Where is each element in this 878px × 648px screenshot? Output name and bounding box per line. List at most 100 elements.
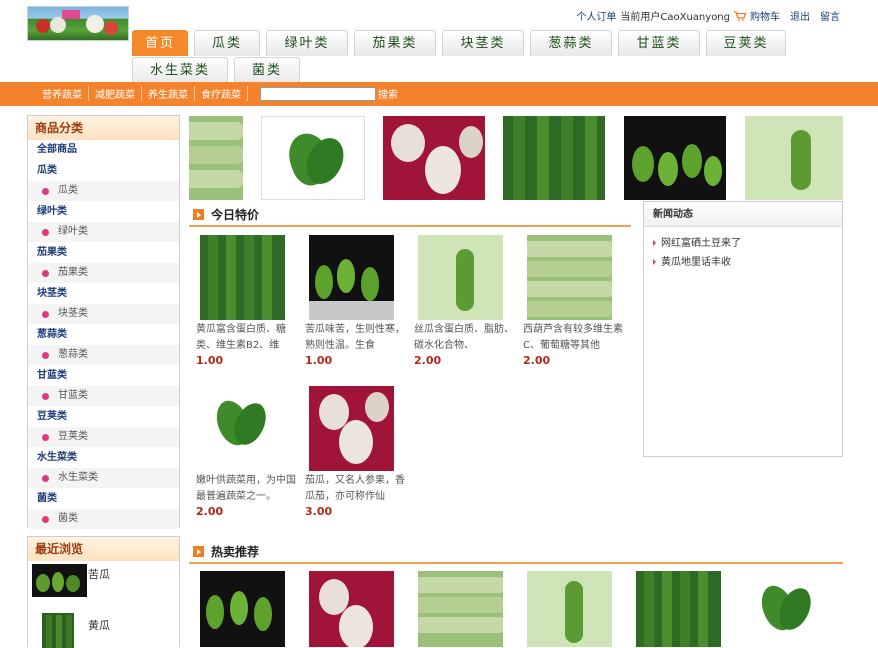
logout-link[interactable]: 退出 — [790, 8, 810, 23]
product-card[interactable]: 苦瓜味苦，生则性寒，熟则性温。生食 1.00 — [305, 235, 405, 367]
strip-image-pepino[interactable] — [383, 116, 485, 200]
sidebar-category[interactable]: 绿叶类 — [28, 201, 179, 222]
product-image[interactable] — [309, 235, 394, 320]
cart-icon[interactable] — [734, 10, 746, 21]
tab-home[interactable]: 首页 — [132, 30, 188, 56]
sidebar-category[interactable]: 甘蓝类 — [28, 365, 179, 386]
my-orders-link[interactable]: 个人订单 — [576, 8, 616, 23]
message-link[interactable]: 留言 — [820, 8, 840, 23]
strip-image-loofah[interactable] — [745, 116, 843, 200]
hot-product-image-bok-choy[interactable] — [745, 571, 830, 647]
sidebar-subcategory[interactable]: 豆荚类 — [28, 427, 179, 447]
sidebar-subcategory[interactable]: 绿叶类 — [28, 222, 179, 242]
sidebar-category[interactable]: 葱蒜类 — [28, 324, 179, 345]
site-logo[interactable] — [27, 6, 129, 41]
product-desc: 黄瓜富含蛋白质、糖类、维生素B2、维 — [196, 324, 286, 351]
strip-image-bitter-melon[interactable] — [624, 116, 726, 200]
product-price: 1.00 — [305, 354, 333, 367]
recent-thumb-bitter-melon[interactable] — [32, 564, 87, 597]
recent-title: 最近浏览 — [28, 537, 179, 561]
bullet-icon — [42, 351, 49, 359]
product-card[interactable]: 茄瓜，又名人参果，香瓜茄，亦可称作仙 3.00 — [305, 386, 405, 518]
sidebar-subcategory[interactable]: 甘蓝类 — [28, 386, 179, 406]
tab-gua[interactable]: 瓜类 — [194, 30, 260, 56]
hot-recommend-title: 热卖推荐 — [193, 543, 259, 560]
tab-congsuan[interactable]: 葱蒜类 — [530, 30, 612, 56]
product-image[interactable] — [200, 235, 285, 320]
sidebar-subcategory-label: 茄果类 — [58, 267, 88, 278]
news-item[interactable]: 黄瓜地里话丰收 — [644, 253, 842, 272]
subnav-item-nutrition[interactable]: 营养蔬菜 — [36, 86, 89, 101]
tab-qieguo[interactable]: 茄果类 — [354, 30, 436, 56]
strip-image-zucchini[interactable] — [189, 116, 243, 200]
product-image[interactable] — [309, 386, 394, 471]
strip-image-bok-choy[interactable] — [261, 116, 365, 200]
subnav-item-health[interactable]: 养生蔬菜 — [142, 86, 195, 101]
product-desc: 丝瓜含蛋白质、脂肪、碳水化合物、 — [414, 324, 514, 351]
product-desc: 苦瓜味苦，生则性寒，熟则性温。生食 — [305, 324, 405, 351]
current-user-label: 当前用户CaoXuanyong — [620, 12, 730, 23]
tab-shuisheng[interactable]: 水生菜类 — [132, 57, 228, 83]
product-card[interactable]: 丝瓜含蛋白质、脂肪、碳水化合物、 2.00 — [414, 235, 514, 367]
sidebar-subcategory-label: 菌类 — [58, 513, 78, 524]
hot-product-image-pepino[interactable] — [309, 571, 394, 647]
tab-doujia[interactable]: 豆荚类 — [706, 30, 786, 56]
today-special-title: 今日特价 — [193, 206, 259, 223]
product-price: 1.00 — [196, 354, 224, 367]
recent-item-label[interactable]: 苦瓜 — [88, 566, 110, 582]
product-image[interactable] — [527, 235, 612, 320]
subnav-item-diet[interactable]: 减肥蔬菜 — [89, 86, 142, 101]
recent-thumb-cucumber[interactable] — [42, 613, 74, 648]
sidebar-subcategory[interactable]: 菌类 — [28, 509, 179, 529]
sidebar-category[interactable]: 菌类 — [28, 488, 179, 509]
hot-product-image-zucchini[interactable] — [418, 571, 503, 647]
product-card[interactable]: 嫩叶供蔬菜用，为中国最普遍蔬菜之一。 2.00 — [196, 386, 296, 518]
product-image[interactable] — [200, 386, 285, 471]
product-card[interactable]: 西葫芦含有较多维生素C、葡萄糖等其他 2.00 — [523, 235, 623, 367]
bullet-icon — [42, 269, 49, 277]
bullet-icon — [42, 310, 49, 318]
sidebar-subcategory-label: 绿叶类 — [58, 226, 88, 237]
sidebar-subcategory[interactable]: 茄果类 — [28, 263, 179, 283]
product-price: 2.00 — [523, 354, 551, 367]
sidebar-subcategory[interactable]: 葱蒜类 — [28, 345, 179, 365]
hot-product-image-bitter-melon[interactable] — [200, 571, 285, 647]
sidebar-subcategory[interactable]: 水生菜类 — [28, 468, 179, 488]
today-divider — [189, 225, 631, 227]
hot-product-image-loofah[interactable] — [527, 571, 612, 647]
product-desc: 嫩叶供蔬菜用，为中国最普遍蔬菜之一。 — [196, 475, 296, 502]
sidebar-category[interactable]: 水生菜类 — [28, 447, 179, 468]
subnav: 营养蔬菜 减肥蔬菜 养生蔬菜 食疗蔬菜 搜索 — [36, 86, 398, 101]
bullet-icon — [42, 433, 49, 441]
sidebar-category[interactable]: 茄果类 — [28, 242, 179, 263]
sidebar-category[interactable]: 瓜类 — [28, 160, 179, 181]
sidebar-category[interactable]: 豆荚类 — [28, 406, 179, 427]
bullet-icon — [42, 515, 49, 523]
product-desc: 西葫芦含有较多维生素C、葡萄糖等其他 — [523, 324, 623, 351]
product-image[interactable] — [418, 235, 503, 320]
product-card[interactable]: 黄瓜富含蛋白质、糖类、维生素B2、维 1.00 — [196, 235, 296, 367]
cart-link[interactable]: 购物车 — [750, 8, 780, 23]
news-panel: 新闻动态 网红富硒土豆来了 黄瓜地里话丰收 — [643, 201, 843, 457]
sidebar-category[interactable]: 块茎类 — [28, 283, 179, 304]
recent-item-label[interactable]: 黄瓜 — [88, 617, 110, 633]
search-button[interactable]: 搜索 — [378, 86, 398, 101]
tab-ganlan[interactable]: 甘蓝类 — [618, 30, 700, 56]
tab-kuaijing[interactable]: 块茎类 — [442, 30, 524, 56]
product-price: 3.00 — [305, 505, 333, 518]
bullet-icon — [42, 187, 49, 195]
news-item[interactable]: 网红富硒土豆来了 — [644, 234, 842, 253]
hot-divider — [189, 562, 843, 564]
subnav-item-therapy[interactable]: 食疗蔬菜 — [195, 86, 248, 101]
arrow-right-icon — [193, 209, 204, 220]
sidebar-subcategory-label: 块茎类 — [58, 308, 88, 319]
tab-lvye[interactable]: 绿叶类 — [266, 30, 348, 56]
search-input[interactable] — [260, 86, 376, 101]
hot-product-image-cucumber[interactable] — [636, 571, 721, 647]
tab-jun[interactable]: 菌类 — [234, 57, 300, 83]
sidebar-subcategory[interactable]: 块茎类 — [28, 304, 179, 324]
sidebar-subcategory[interactable]: 瓜类 — [28, 181, 179, 201]
strip-image-cucumber[interactable] — [503, 116, 605, 200]
sidebar-all-products[interactable]: 全部商品 — [28, 140, 179, 160]
bullet-icon — [42, 228, 49, 236]
